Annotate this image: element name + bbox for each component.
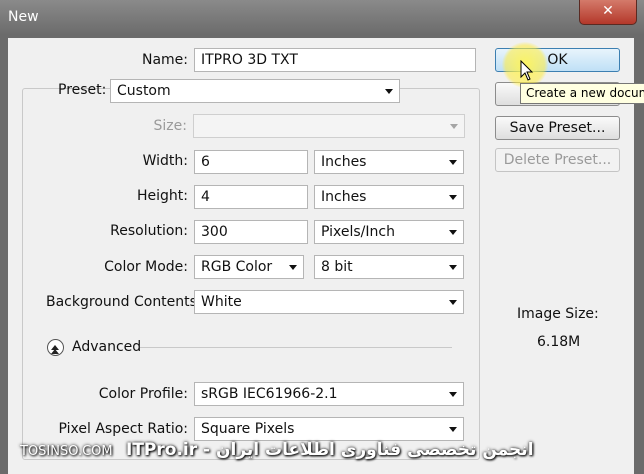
chevron-down-icon (289, 265, 297, 270)
preset-label: Preset: (58, 82, 107, 98)
background-dropdown[interactable]: White (194, 290, 464, 314)
preset-value: Custom (117, 83, 171, 99)
chevron-up-icon (51, 349, 59, 354)
width-unit-dropdown[interactable]: Inches (314, 150, 464, 174)
background-value: White (201, 294, 242, 310)
name-label: Name: (141, 52, 188, 68)
watermark-text: ITPro.ir - انجمن تخصصی فناوری اطلاعات ای… (126, 440, 534, 460)
resolution-label: Resolution: (110, 223, 188, 239)
chevron-down-icon (449, 230, 457, 235)
divider (140, 347, 452, 348)
preset-dropdown[interactable]: Custom (110, 79, 400, 103)
chevron-down-icon (450, 124, 458, 129)
color-mode-dropdown[interactable]: RGB Color (194, 255, 304, 279)
close-button[interactable]: ✕ (579, 0, 637, 25)
resolution-unit-value: Pixels/Inch (321, 224, 395, 240)
width-unit-value: Inches (321, 154, 367, 170)
bit-depth-dropdown[interactable]: 8 bit (314, 255, 464, 279)
resolution-field[interactable]: 300 (194, 220, 308, 244)
width-label: Width: (142, 153, 188, 169)
color-profile-dropdown[interactable]: sRGB IEC61966-2.1 (194, 382, 464, 406)
resolution-unit-dropdown[interactable]: Pixels/Inch (314, 220, 464, 244)
chevron-down-icon (385, 89, 393, 94)
chevron-down-icon (449, 392, 457, 397)
chevron-down-icon (449, 265, 457, 270)
color-profile-value: sRGB IEC61966-2.1 (201, 386, 338, 402)
image-size-value: 6.18M (537, 334, 581, 350)
tooltip: Create a new document (520, 83, 644, 104)
height-unit-value: Inches (321, 189, 367, 205)
height-label: Height: (137, 188, 188, 204)
chevron-down-icon (449, 195, 457, 200)
bit-depth-value: 8 bit (321, 259, 353, 275)
cursor-arrow-icon (520, 60, 534, 81)
window-title: New (8, 9, 39, 25)
size-label: Size: (153, 118, 187, 134)
save-preset-button[interactable]: Save Preset... (495, 116, 620, 140)
background-label: Background Contents: (46, 294, 202, 310)
image-size-label: Image Size: (517, 306, 599, 322)
advanced-label: Advanced (72, 339, 142, 355)
pixel-aspect-value: Square Pixels (201, 421, 295, 437)
watermark-site: TOSINSO.COM (20, 444, 113, 459)
color-profile-label: Color Profile: (98, 386, 188, 402)
chevron-down-icon (449, 160, 457, 165)
watermark: TOSINSO.COM ITPro.ir - انجمن تخصصی فناور… (0, 438, 644, 474)
pixel-aspect-label: Pixel Aspect Ratio: (58, 421, 189, 437)
advanced-toggle-button[interactable] (47, 339, 64, 356)
chevron-down-icon (449, 300, 457, 305)
size-dropdown[interactable] (193, 114, 465, 138)
width-field[interactable]: 6 (194, 150, 308, 174)
title-bar[interactable]: New ✕ (0, 0, 644, 34)
height-unit-dropdown[interactable]: Inches (314, 185, 464, 209)
delete-preset-button[interactable]: Delete Preset... (495, 148, 620, 172)
color-mode-value: RGB Color (201, 259, 273, 275)
name-field[interactable]: ITPRO 3D TXT (194, 48, 476, 72)
height-field[interactable]: 4 (194, 185, 308, 209)
color-mode-label: Color Mode: (104, 259, 188, 275)
chevron-down-icon (449, 427, 457, 432)
